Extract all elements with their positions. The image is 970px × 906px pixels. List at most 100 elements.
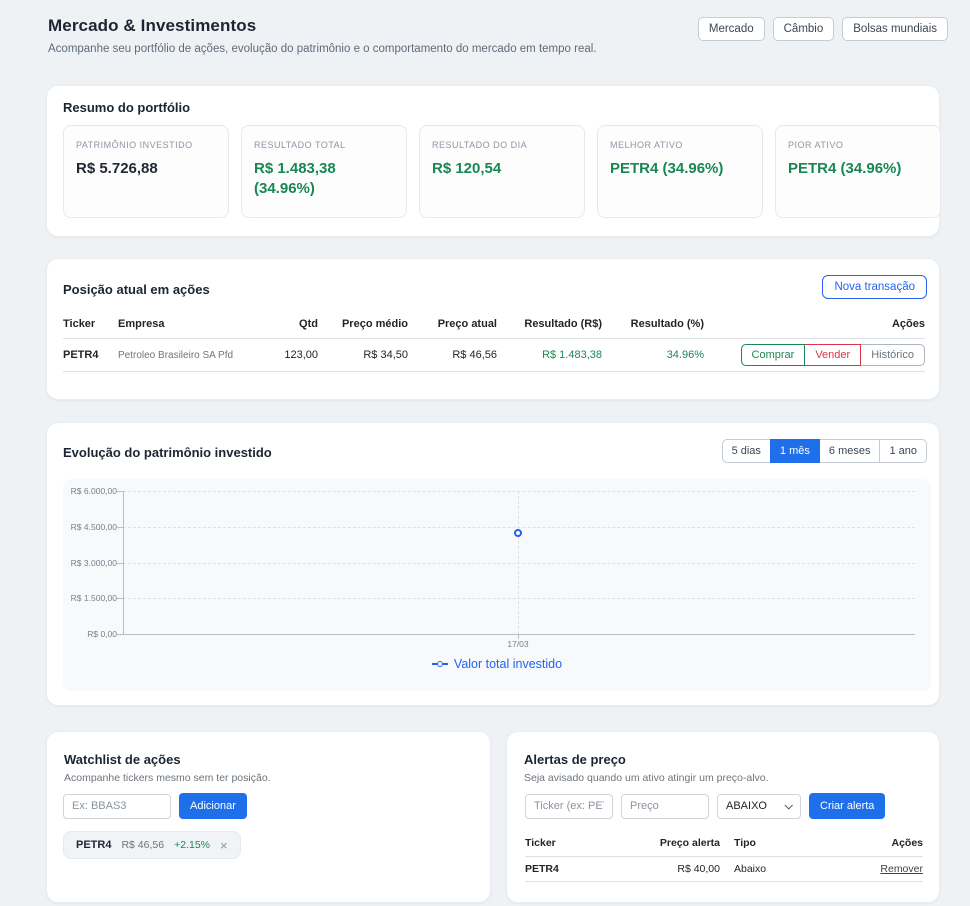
y-tick bbox=[117, 598, 123, 599]
stats-row: PATRIMÔNIO INVESTIDO R$ 5.726,88 RESULTA… bbox=[63, 125, 941, 218]
cell-tipo: Abaixo bbox=[720, 863, 790, 875]
range-button-1-ano[interactable]: 1 ano bbox=[879, 439, 927, 463]
gridline bbox=[123, 491, 915, 492]
stat-value: R$ 1.483,38 (34.96%) bbox=[254, 159, 394, 200]
remove-alert-link[interactable]: Remover bbox=[880, 863, 923, 875]
watchlist-item-price: R$ 46,56 bbox=[121, 839, 164, 851]
stat-label: RESULTADO TOTAL bbox=[254, 140, 394, 150]
gridline-vertical bbox=[518, 491, 519, 634]
y-tick bbox=[117, 634, 123, 635]
col-qtd: Qtd bbox=[258, 318, 318, 330]
alerts-subtitle: Seja avisado quando um ativo atingir um … bbox=[524, 772, 769, 784]
watchlist-title: Watchlist de ações bbox=[64, 752, 181, 767]
new-transaction-button[interactable]: Nova transação bbox=[822, 275, 927, 299]
alert-price-input[interactable] bbox=[621, 794, 709, 819]
x-tick-label: 17/03 bbox=[493, 639, 543, 649]
positions-table: Ticker Empresa Qtd Preço médio Preço atu… bbox=[63, 312, 925, 372]
chart-title: Evolução do patrimônio investido bbox=[63, 445, 272, 460]
cell-resultado-pct: 34.96% bbox=[602, 349, 704, 361]
close-icon[interactable]: × bbox=[220, 839, 228, 852]
cell-empresa: Petroleo Brasileiro SA Pfd bbox=[118, 350, 258, 361]
positions-table-header: Ticker Empresa Qtd Preço médio Preço atu… bbox=[63, 312, 925, 339]
cell-preco-medio: R$ 34,50 bbox=[318, 349, 408, 361]
gridline bbox=[123, 598, 915, 599]
alert-ticker-input[interactable] bbox=[525, 794, 613, 819]
chart-legend[interactable]: Valor total investido bbox=[63, 657, 931, 671]
alerts-table-header: Ticker Preço alerta Tipo Ações bbox=[525, 832, 923, 857]
gridline bbox=[123, 563, 915, 564]
page-subtitle: Acompanhe seu portfólio de ações, evoluç… bbox=[48, 43, 596, 55]
col-acoes: Ações bbox=[790, 837, 923, 849]
col-ticker: Ticker bbox=[63, 318, 118, 330]
col-resultado-pct: Resultado (%) bbox=[602, 318, 704, 330]
alerts-controls: ABAIXO Criar alerta bbox=[525, 793, 885, 819]
watchlist-item: PETR4 R$ 46,56 +2.15% × bbox=[63, 831, 241, 859]
cell-preco-atual: R$ 46,56 bbox=[408, 349, 497, 361]
equity-evolution-card: Evolução do patrimônio investido 5 dias … bbox=[46, 422, 940, 706]
buy-button[interactable]: Comprar bbox=[741, 344, 806, 366]
sell-button[interactable]: Vender bbox=[804, 344, 861, 366]
row-action-group: Comprar Vender Histórico bbox=[741, 344, 925, 366]
price-alerts-card: Alertas de preço Seja avisado quando um … bbox=[506, 731, 940, 903]
stat-label: MELHOR ATIVO bbox=[610, 140, 750, 150]
watchlist-ticker-input[interactable] bbox=[63, 794, 171, 819]
y-tick-label: R$ 3.000,00 bbox=[69, 558, 117, 568]
range-button-5-dias[interactable]: 5 dias bbox=[722, 439, 771, 463]
watchlist-controls: Adicionar bbox=[63, 793, 247, 819]
col-preco-alerta: Preço alerta bbox=[605, 837, 720, 849]
page-title: Mercado & Investimentos bbox=[48, 16, 596, 36]
range-button-6-meses[interactable]: 6 meses bbox=[819, 439, 881, 463]
col-empresa: Empresa bbox=[118, 318, 258, 330]
positions-title: Posição atual em ações bbox=[63, 282, 210, 297]
watchlist-item-ticker: PETR4 bbox=[76, 839, 111, 851]
y-tick-label: R$ 1.500,00 bbox=[69, 593, 117, 603]
col-acoes: Ações bbox=[704, 318, 925, 330]
stat-value: R$ 5.726,88 bbox=[76, 159, 216, 179]
cell-ticker: PETR4 bbox=[525, 863, 605, 875]
chart-data-point[interactable] bbox=[514, 529, 522, 537]
summary-title: Resumo do portfólio bbox=[63, 100, 190, 115]
x-axis bbox=[123, 634, 915, 635]
alert-type-select[interactable]: ABAIXO bbox=[717, 794, 801, 819]
stat-label: PIOR ATIVO bbox=[788, 140, 928, 150]
portfolio-summary-card: Resumo do portfólio PATRIMÔNIO INVESTIDO… bbox=[46, 85, 940, 237]
table-row: PETR4 Petroleo Brasileiro SA Pfd 123,00 … bbox=[63, 339, 925, 372]
line-chart: R$ 6.000,00 R$ 4.500,00 R$ 3.000,00 R$ 1… bbox=[63, 479, 931, 691]
stat-label: RESULTADO DO DIA bbox=[432, 140, 572, 150]
col-resultado-brl: Resultado (R$) bbox=[497, 318, 602, 330]
watchlist-subtitle: Acompanhe tickers mesmo sem ter posição. bbox=[64, 772, 271, 784]
chart-range-group: 5 dias 1 mês 6 meses 1 ano bbox=[722, 439, 927, 463]
history-button[interactable]: Histórico bbox=[860, 344, 925, 366]
stat-pior-ativo: PIOR ATIVO PETR4 (34.96%) bbox=[775, 125, 941, 218]
stat-melhor-ativo: MELHOR ATIVO PETR4 (34.96%) bbox=[597, 125, 763, 218]
stat-resultado-total: RESULTADO TOTAL R$ 1.483,38 (34.96%) bbox=[241, 125, 407, 218]
alerts-title: Alertas de preço bbox=[524, 752, 626, 767]
stat-patrimonio-investido: PATRIMÔNIO INVESTIDO R$ 5.726,88 bbox=[63, 125, 229, 218]
y-tick bbox=[117, 527, 123, 528]
create-alert-button[interactable]: Criar alerta bbox=[809, 793, 885, 819]
positions-card: Posição atual em ações Nova transação Ti… bbox=[46, 258, 940, 400]
legend-label: Valor total investido bbox=[454, 657, 562, 671]
y-tick-label: R$ 0,00 bbox=[69, 629, 117, 639]
gridline bbox=[123, 527, 915, 528]
y-tick-label: R$ 4.500,00 bbox=[69, 522, 117, 532]
table-row: PETR4 R$ 40,00 Abaixo Remover bbox=[525, 857, 923, 882]
watchlist-add-button[interactable]: Adicionar bbox=[179, 793, 247, 819]
cell-resultado-brl: R$ 1.483,38 bbox=[497, 349, 602, 361]
cell-ticker: PETR4 bbox=[63, 349, 118, 361]
range-button-1-mes[interactable]: 1 mês bbox=[770, 439, 820, 463]
stat-value: R$ 120,54 bbox=[432, 159, 572, 179]
nav-button-mercado[interactable]: Mercado bbox=[698, 17, 765, 41]
alerts-table: Ticker Preço alerta Tipo Ações PETR4 R$ … bbox=[525, 832, 923, 882]
nav-button-bolsas-mundiais[interactable]: Bolsas mundiais bbox=[842, 17, 948, 41]
nav-button-cambio[interactable]: Câmbio bbox=[773, 17, 835, 41]
legend-line-icon bbox=[432, 660, 448, 668]
stat-resultado-do-dia: RESULTADO DO DIA R$ 120,54 bbox=[419, 125, 585, 218]
watchlist-item-change: +2.15% bbox=[174, 839, 210, 851]
col-ticker: Ticker bbox=[525, 837, 605, 849]
header-nav: Mercado Câmbio Bolsas mundiais bbox=[698, 17, 948, 41]
chevron-down-icon bbox=[784, 801, 792, 809]
y-tick bbox=[117, 563, 123, 564]
col-preco-medio: Preço médio bbox=[318, 318, 408, 330]
y-axis bbox=[123, 491, 124, 634]
